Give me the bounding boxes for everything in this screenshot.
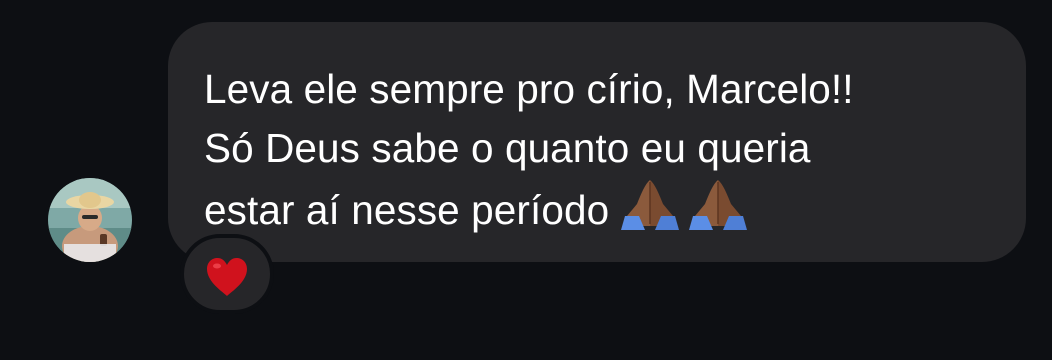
folded-hands-icon <box>689 180 748 230</box>
message-bubble[interactable]: Leva ele sempre pro círio, Marcelo!! Só … <box>168 22 1026 262</box>
folded-hands-icon <box>621 180 680 230</box>
avatar-photo <box>48 178 132 262</box>
emoji-group <box>619 178 755 246</box>
message-line-3: estar aí nesse período <box>204 178 1004 246</box>
message-text: Leva ele sempre pro círio, Marcelo!! Só … <box>204 60 1004 246</box>
message-line-2: Só Deus sabe o quanto eu queria <box>204 125 811 171</box>
message-line-3-text: estar aí nesse período <box>204 187 610 233</box>
heart-icon <box>207 258 247 296</box>
sender-avatar[interactable] <box>48 178 132 262</box>
reaction-badge[interactable] <box>180 234 274 314</box>
message-line-1: Leva ele sempre pro círio, Marcelo!! <box>204 66 854 112</box>
message-thread: Leva ele sempre pro círio, Marcelo!! Só … <box>0 0 1052 360</box>
